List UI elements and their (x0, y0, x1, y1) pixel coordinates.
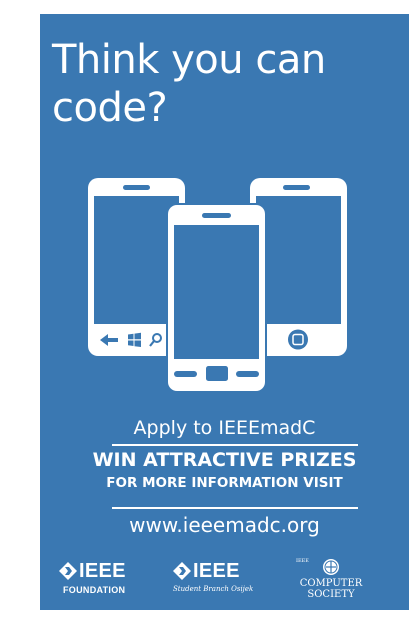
headline-line-2: code? (52, 85, 168, 131)
phone-center-icon (166, 203, 267, 393)
computer-society-small-text: IEEE (296, 558, 309, 564)
home-square-icon (288, 329, 308, 350)
computer-society-line-2: SOCIETY (307, 589, 355, 600)
ieee-diamond-icon (59, 562, 77, 580)
computer-society-line-1: COMPUTER (299, 578, 363, 589)
phones-illustration (88, 178, 347, 393)
sponsor-logos: IEEE FOUNDATION IEEE Student Branch Osij… (40, 554, 409, 610)
headline: Think you can code? (52, 36, 372, 132)
headline-line-1: Think you can (52, 37, 326, 83)
apply-text: Apply to IEEEmadC (133, 417, 316, 439)
website-url[interactable]: www.ieeemadc.org (40, 512, 409, 538)
ieee-foundation-logo: IEEE FOUNDATION (59, 558, 139, 602)
poster: Think you can code? Apply to IEEEmadC WI… (40, 14, 409, 610)
ieee-student-branch-logo: IEEE Student Branch Osijek (173, 558, 263, 602)
ieee-foundation-word: IEEE (79, 560, 126, 582)
ieee-computer-society-logo: IEEE COMPUTER SOCIETY (296, 558, 376, 602)
ieee-branch-word: IEEE (193, 560, 240, 582)
divider-top (112, 444, 358, 446)
more-info-text: FOR MORE INFORMATION VISIT (106, 475, 343, 491)
divider-bottom (112, 507, 358, 509)
ieee-branch-sub: Student Branch Osijek (173, 585, 254, 593)
prizes-text: WIN ATTRACTIVE PRIZES (92, 449, 357, 471)
ieee-diamond-icon (173, 562, 191, 580)
computer-society-text: COMPUTER SOCIETY (296, 578, 366, 600)
ieee-foundation-sub: FOUNDATION (63, 585, 126, 595)
